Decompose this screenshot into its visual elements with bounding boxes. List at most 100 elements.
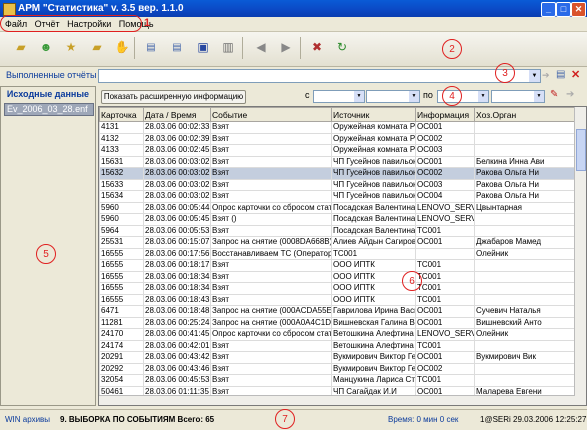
- table-row[interactable]: 16555 28.03.06 00:18:34 Взят ООО ИПТК ТС001: [99, 270, 576, 283]
- annotation-3: 3: [495, 63, 515, 83]
- table-row[interactable]: 15631 28.03.06 00:03:02 Взят ЧП Гусейнов па…: [99, 155, 576, 168]
- refresh-icon[interactable]: ↻: [333, 38, 351, 56]
- table-cell: 5960: [99, 213, 144, 226]
- table-row[interactable]: 20291 28.03.06 00:43:42 Взят Вукмирович Вик…: [99, 351, 576, 364]
- table-cell: 15631: [99, 155, 144, 168]
- table-cell: Взят: [210, 362, 332, 375]
- table-row[interactable]: 6471 28.03.06 00:18:48 Запрос на снятие (0…: [99, 305, 576, 318]
- table-row[interactable]: 20292 28.03.06 00:43:46 Взят Вукмирович Вик…: [99, 362, 576, 375]
- table-cell: 24174: [99, 339, 144, 352]
- toolbar-separator: [134, 37, 135, 59]
- table-row[interactable]: 4132 28.03.06 00:02:39 Взят Оружейная комна…: [99, 132, 576, 145]
- apply-filter-icon[interactable]: ➔: [566, 89, 574, 100]
- table-cell: ТС001: [415, 282, 475, 295]
- table-cell: Взят: [210, 155, 332, 168]
- table-cell: ТС001: [415, 270, 475, 283]
- chevron-down-icon[interactable]: ▼: [529, 70, 540, 82]
- table-row[interactable]: 5964 28.03.06 00:05:53 Взят Посадская Вален…: [99, 224, 576, 237]
- minimize-button[interactable]: _: [541, 2, 556, 17]
- table-cell: LENOVO_SERV: [415, 201, 475, 214]
- vertical-scrollbar[interactable]: [574, 107, 586, 405]
- chevron-down-icon[interactable]: ▼: [534, 91, 544, 102]
- report-doc-icon[interactable]: ▤: [556, 69, 565, 80]
- table-cell: ОС002: [415, 132, 475, 145]
- table-row[interactable]: 16555 28.03.06 00:17:56 Восстанавливаем ТС…: [99, 247, 576, 260]
- table-cell: [474, 144, 576, 157]
- from-time-select[interactable]: ▼: [366, 90, 420, 103]
- to-time-select[interactable]: ▼: [491, 90, 545, 103]
- table-row[interactable]: 15633 28.03.06 00:03:02 Взят ЧП Гусейнов па…: [99, 178, 576, 191]
- col-info[interactable]: Информация: [415, 107, 475, 122]
- save-icon[interactable]: ▣: [194, 38, 212, 56]
- col-datetime[interactable]: Дата / Время: [143, 107, 211, 122]
- annotation-6: 6: [402, 271, 422, 291]
- doc-cb-icon[interactable]: ▤: [168, 38, 186, 56]
- table-cell: Вукмирович Вик: [474, 351, 576, 364]
- close-button[interactable]: ✕: [571, 2, 586, 17]
- table-row[interactable]: 16555 28.03.06 00:18:34 Взят ООО ИПТК ТС001: [99, 282, 576, 295]
- chevron-down-icon[interactable]: ▼: [354, 91, 364, 102]
- from-label: с: [305, 90, 310, 100]
- table-row[interactable]: 4131 28.03.06 00:02:33 Взят Оружейная комна…: [99, 121, 576, 134]
- close-report-icon[interactable]: ✕: [571, 68, 580, 81]
- hand-icon[interactable]: ✋: [113, 38, 131, 56]
- col-card[interactable]: Карточка: [99, 107, 144, 122]
- table-row[interactable]: 32054 28.03.06 00:45:53 Взят Манцукина Лари…: [99, 374, 576, 387]
- from-date-select[interactable]: ▼: [313, 90, 365, 103]
- table-cell: ТС001: [415, 339, 475, 352]
- folder-graph-icon[interactable]: ▰: [88, 38, 106, 56]
- table-row[interactable]: 25531 28.03.06 00:15:07 Запрос на снятие (…: [99, 236, 576, 249]
- table-row[interactable]: 16555 28.03.06 00:18:17 Взят ООО ИПТК ТС001: [99, 259, 576, 272]
- to-label: по: [423, 90, 433, 100]
- table-row[interactable]: 24174 28.03.06 00:42:01 Взят Ветошкина Алеф…: [99, 339, 576, 352]
- doc-bc-icon[interactable]: ▤: [142, 38, 160, 56]
- toolbar-separator: [300, 37, 301, 59]
- table-row[interactable]: 16555 28.03.06 00:18:43 Взят ООО ИПТК ТС001: [99, 293, 576, 306]
- table-cell: ЧП Гусейнов павильон: [331, 190, 416, 203]
- table-cell: ТС001: [331, 247, 416, 260]
- chevron-down-icon[interactable]: ▼: [478, 91, 488, 102]
- reports-combo[interactable]: ▼: [98, 69, 541, 83]
- folder-icon[interactable]: ▰: [12, 38, 30, 56]
- arrow-right-icon[interactable]: ➔: [542, 70, 550, 81]
- col-owner[interactable]: Хоз.Орган: [474, 107, 576, 122]
- table-cell: Ветошкина Алефтина Ивановн: [331, 328, 416, 341]
- table-row[interactable]: 15634 28.03.06 00:03:02 Взят ЧП Гусейнов па…: [99, 190, 576, 203]
- show-extended-info-button[interactable]: Показать расширенную информацию по всем: [101, 90, 246, 113]
- table-cell: 28.03.06 00:02:45: [143, 144, 211, 157]
- table-cell: LENOVO_SERV: [415, 213, 475, 226]
- table-cell: Ракова Ольга Ни: [474, 167, 576, 180]
- scrollbar-thumb[interactable]: [576, 129, 586, 171]
- back-icon[interactable]: ◀: [252, 38, 270, 56]
- col-source[interactable]: Источник: [331, 107, 416, 122]
- table-cell: 28.03.06 00:43:46: [143, 362, 211, 375]
- excel-icon[interactable]: ✖: [308, 38, 326, 56]
- table-cell: ЧП Гусейнов павильон: [331, 167, 416, 180]
- toolbar: ▰ ☻ ★ ▰ ✋ ▤ ▤ ▣ ▥ ◀ ▶ ✖ ↻: [0, 32, 587, 67]
- table-cell: 28.03.06 00:18:34: [143, 282, 211, 295]
- table-cell: 28.03.06 00:18:48: [143, 305, 211, 318]
- col-event[interactable]: Событие: [210, 107, 332, 122]
- table-row[interactable]: 24170 28.03.06 00:41:45 Опрос карточки со …: [99, 328, 576, 341]
- clear-filter-icon[interactable]: ✎: [550, 89, 558, 100]
- table-cell: [474, 259, 576, 272]
- print-icon[interactable]: ▥: [219, 38, 237, 56]
- table-cell: ОС001: [415, 236, 475, 249]
- table-row[interactable]: 5960 28.03.06 00:05:45 Взят () Посадская Ва…: [99, 213, 576, 226]
- table-cell: Оружейная комната РУВД: [331, 144, 416, 157]
- table-row[interactable]: 5960 28.03.06 00:05:44 Опрос карточки со с…: [99, 201, 576, 214]
- forward-icon[interactable]: ▶: [277, 38, 295, 56]
- maximize-button[interactable]: □: [556, 2, 571, 17]
- table-row[interactable]: 4133 28.03.06 00:02:45 Взят Оружейная комна…: [99, 144, 576, 157]
- folder-star-icon[interactable]: ★: [62, 38, 80, 56]
- annotation-4: 4: [442, 86, 462, 106]
- annotation-1: 1: [144, 17, 151, 29]
- table-row[interactable]: 15632 28.03.06 00:03:02 Взят ЧП Гусейнов па…: [99, 167, 576, 180]
- table-row[interactable]: 11281 28.03.06 00:25:24 Запрос на снятие (…: [99, 316, 576, 329]
- folder-person-icon[interactable]: ☻: [37, 38, 55, 56]
- events-table: Карточка Дата / Время Событие Источник И…: [98, 106, 587, 406]
- chevron-down-icon[interactable]: ▼: [409, 91, 419, 102]
- source-file-item[interactable]: Ev_2006_03_28.enf: [4, 103, 94, 116]
- table-cell: 28.03.06 00:17:56: [143, 247, 211, 260]
- horizontal-scrollbar[interactable]: [99, 395, 575, 405]
